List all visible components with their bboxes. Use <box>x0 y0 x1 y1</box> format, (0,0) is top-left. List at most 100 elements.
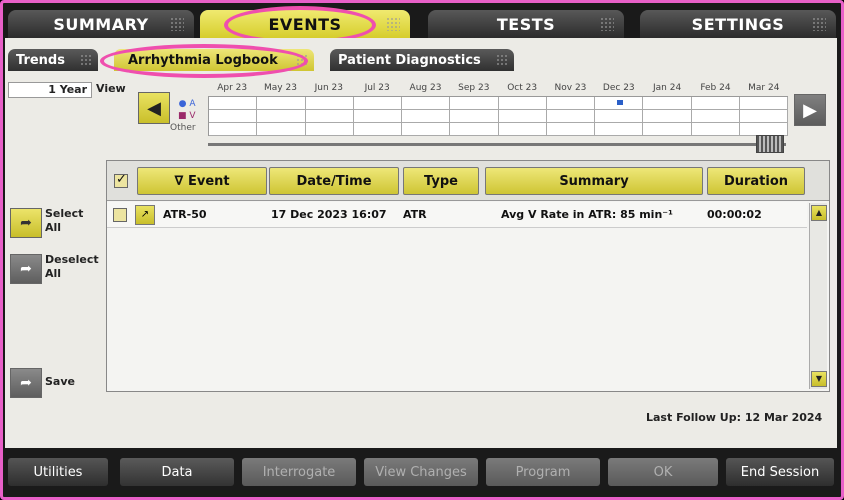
legend-v: V <box>189 111 196 121</box>
cell-datetime: 17 Dec 2023 16:07 <box>271 208 387 221</box>
column-header-duration-label: Duration <box>723 173 789 189</box>
month-label: Dec 23 <box>602 83 635 93</box>
tab-tests-label: TESTS <box>496 14 556 34</box>
month-label: Jan 24 <box>653 83 682 93</box>
month-label: Sep 23 <box>458 83 490 93</box>
column-header-datetime[interactable]: Date/Time <box>269 167 399 195</box>
tab-settings-label: SETTINGS <box>691 14 785 34</box>
grip-icon <box>296 54 308 66</box>
table-scrollbar[interactable]: ▲ ▼ <box>809 203 827 389</box>
tab-patient-diagnostics-label: Patient Diagnostics <box>338 52 481 68</box>
timeline-next-button[interactable]: ▶ <box>794 94 826 126</box>
tab-events-label: EVENTS <box>268 14 342 34</box>
tab-settings[interactable]: SETTINGS <box>640 10 836 38</box>
timeline-prev-button[interactable]: ◀ <box>138 92 170 124</box>
scroll-down-button[interactable]: ▼ <box>811 371 827 387</box>
timeline-cell <box>257 97 306 110</box>
tab-summary[interactable]: SUMMARY <box>8 10 194 38</box>
column-header-type[interactable]: Type <box>403 167 479 195</box>
data-button[interactable]: Data <box>120 458 234 486</box>
ok-button[interactable]: OK <box>608 458 718 486</box>
tab-summary-label: SUMMARY <box>53 14 149 34</box>
timeline-cell <box>546 97 595 110</box>
column-header-duration[interactable]: Duration <box>707 167 805 195</box>
timeline-cell <box>257 123 306 136</box>
column-header-type-label: Type <box>424 173 458 189</box>
month-label: Apr 23 <box>217 83 248 93</box>
timeline-cell <box>643 123 692 136</box>
tab-trends-label: Trends <box>16 52 65 68</box>
program-button[interactable]: Program <box>486 458 600 486</box>
save-button[interactable]: ➦ <box>10 368 42 398</box>
view-label: View <box>96 82 126 95</box>
legend-a: A <box>189 99 196 109</box>
month-label: Aug 23 <box>409 83 442 93</box>
timeline-cell <box>257 110 306 123</box>
column-header-event[interactable]: ∇ Event <box>137 167 267 195</box>
timeline-cell <box>643 110 692 123</box>
events-table: ∇ Event Date/Time Type Summary Duration … <box>106 160 830 392</box>
timeline-cell <box>402 123 451 136</box>
select-all-checkbox[interactable] <box>114 172 128 188</box>
timeline-cell <box>595 123 644 136</box>
timeline-cell <box>498 123 547 136</box>
grip-icon <box>812 17 826 31</box>
triangle-right-icon: ▶ <box>803 99 817 121</box>
timeline-cell <box>691 123 740 136</box>
row-checkbox[interactable] <box>113 208 127 222</box>
table-row[interactable]: ↗ ATR-50 17 Dec 2023 16:07 ATR Avg V Rat… <box>107 202 807 228</box>
range-select[interactable]: 1 Year <box>8 82 92 98</box>
timeline-cell <box>595 110 644 123</box>
timeline-cell <box>353 110 402 123</box>
ventricular-square-icon: ■ <box>178 111 187 121</box>
scroll-up-button[interactable]: ▲ <box>811 205 827 221</box>
cell-summary: Avg V Rate in ATR: 85 min⁻¹ <box>501 208 673 221</box>
timeline-cell <box>739 97 788 110</box>
timeline-cell <box>353 123 402 136</box>
timeline-cell <box>691 97 740 110</box>
column-header-datetime-label: Date/Time <box>296 173 372 189</box>
deselect-all-button[interactable]: ➦ <box>10 254 42 284</box>
timeline-cell <box>209 123 258 136</box>
timeline-cell <box>402 110 451 123</box>
timeline-cell <box>209 110 258 123</box>
table-header: ∇ Event Date/Time Type Summary Duration <box>107 161 829 201</box>
interrogate-button[interactable]: Interrogate <box>242 458 356 486</box>
timeline-cell <box>305 110 354 123</box>
cell-event: ATR-50 <box>163 208 207 221</box>
last-follow-up: Last Follow Up: 12 Mar 2024 <box>646 411 823 424</box>
timeline-slider-thumb[interactable] <box>756 135 784 153</box>
atrial-event-marker[interactable] <box>617 100 623 105</box>
episode-detail-icon[interactable]: ↗ <box>135 205 155 225</box>
timeline-cell <box>402 97 451 110</box>
utilities-button[interactable]: Utilities <box>8 458 108 486</box>
tab-events[interactable]: EVENTS <box>200 10 410 38</box>
timeline-cell <box>691 110 740 123</box>
cell-type: ATR <box>403 208 427 221</box>
tab-arrhythmia-logbook[interactable]: Arrhythmia Logbook <box>114 49 314 71</box>
timeline-grid <box>208 96 788 136</box>
timeline-cell <box>305 97 354 110</box>
month-label: May 23 <box>264 83 297 93</box>
view-changes-button[interactable]: View Changes <box>364 458 478 486</box>
end-session-button[interactable]: End Session <box>726 458 834 486</box>
grip-icon <box>600 17 614 31</box>
grip-icon <box>170 17 184 31</box>
month-label: Mar 24 <box>748 83 780 93</box>
column-header-summary[interactable]: Summary <box>485 167 703 195</box>
timeline-cell <box>353 97 402 110</box>
month-label: Jul 23 <box>364 83 390 93</box>
timeline-cell <box>739 110 788 123</box>
event-timeline[interactable]: Apr 23 May 23 Jun 23 Jul 23 Aug 23 Sep 2… <box>208 83 788 136</box>
tab-trends[interactable]: Trends <box>8 49 98 71</box>
tab-patient-diagnostics[interactable]: Patient Diagnostics <box>330 49 514 71</box>
timeline-cell <box>595 97 644 110</box>
deselect-all-label: Deselect All <box>45 253 99 280</box>
save-label: Save <box>45 375 75 388</box>
select-all-button[interactable]: ➦ <box>10 208 42 238</box>
grip-icon <box>496 54 508 66</box>
column-header-summary-label: Summary <box>559 173 629 189</box>
timeline-cell <box>546 123 595 136</box>
curved-arrow-icon: ➦ <box>20 261 32 277</box>
tab-tests[interactable]: TESTS <box>428 10 624 38</box>
